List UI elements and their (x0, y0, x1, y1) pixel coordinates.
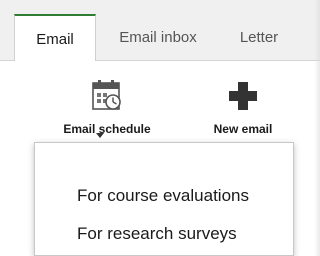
plus-icon (226, 82, 260, 116)
email-schedule-button[interactable]: Email schedule (44, 79, 170, 136)
tab-email-inbox[interactable]: Email inbox (108, 14, 208, 61)
calendar-clock-icon (90, 80, 124, 116)
tab-email-label: Email (36, 30, 74, 48)
window-edge-shadow (314, 0, 320, 256)
ribbon-tabbar: Email Email inbox Letter (0, 0, 320, 62)
email-schedule-label: Email schedule (63, 122, 151, 136)
dropdown-caret-icon[interactable] (96, 133, 104, 138)
new-email-button[interactable]: New email (198, 79, 288, 136)
app-window: Email Email inbox Letter Email schedule … (0, 0, 320, 256)
tab-email[interactable]: Email (14, 14, 96, 62)
menu-item-course-evaluations[interactable]: For course evaluations (77, 186, 249, 206)
tab-letter-label: Letter (239, 29, 279, 46)
tab-letter[interactable]: Letter (222, 14, 296, 61)
tab-email-inbox-label: Email inbox (119, 29, 197, 46)
new-email-label: New email (213, 122, 273, 136)
menu-item-research-surveys[interactable]: For research surveys (77, 224, 237, 244)
